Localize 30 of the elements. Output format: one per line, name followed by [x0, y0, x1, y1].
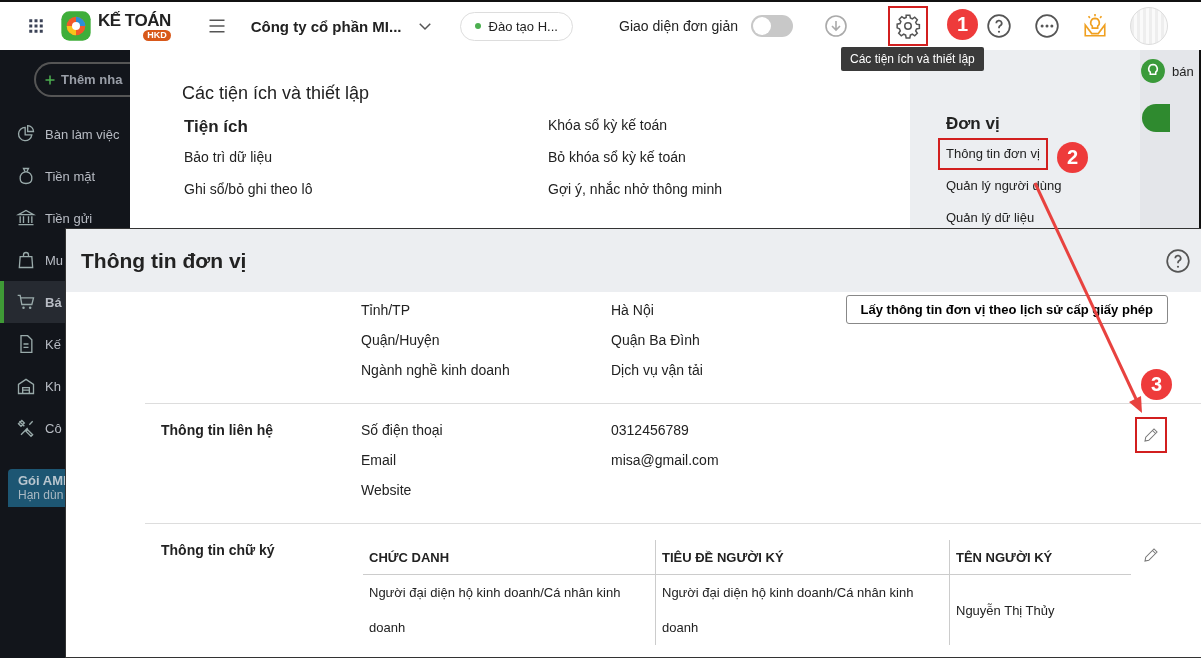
- table-cell: Người đại diện hộ kinh doanh/Cá nhân kinh doanh: [655, 574, 950, 645]
- field-label: Tỉnh/TP: [361, 302, 411, 318]
- field-label: Website: [361, 482, 413, 498]
- section-label: Thông tin liên hệ: [161, 422, 273, 438]
- dialog-title: Thông tin đơn vị: [81, 248, 247, 273]
- field-value: 0312456789: [611, 422, 689, 438]
- column-header: TÊN NGƯỜI KÝ: [949, 540, 1131, 575]
- field-value: Dịch vụ vận tải: [611, 362, 703, 378]
- column-header: CHỨC DANH: [363, 540, 656, 575]
- table-cell: Người đại diện hộ kinh doanh/Cá nhân kinh doanh: [363, 574, 656, 645]
- field-label: Email: [361, 452, 397, 468]
- simple-mode-label: Giao diện đơn giản: [619, 18, 738, 34]
- column-header: TIÊU ĐỀ NGƯỜI KÝ: [655, 540, 950, 575]
- menu-heading: Đơn vị: [946, 113, 1001, 135]
- field-value: Quận Ba Đình: [611, 332, 700, 348]
- app-name: KẾ TOÁN: [98, 11, 171, 31]
- field-value: misa@gmail.com: [611, 452, 719, 468]
- menu-heading: Tiện ích: [184, 116, 249, 138]
- plan-expiry: Hạn dùn: [18, 488, 65, 502]
- field-label: Quận/Huyện: [361, 332, 441, 348]
- table-cell: Nguyễn Thị Thủy: [949, 574, 1131, 645]
- tooltip: Các tiện ích và thiết lập: [841, 47, 984, 71]
- app-badge: HKD: [143, 30, 171, 41]
- section-label: Thông tin chữ ký: [161, 542, 275, 558]
- field-label: Số điện thoại: [361, 422, 444, 438]
- branch-label: Đào tạo H...: [488, 18, 558, 34]
- menu-title: Các tiện ích và thiết lập: [182, 83, 371, 104]
- background-text: bán: [1172, 63, 1194, 79]
- field-value: Hà Nội: [611, 302, 654, 318]
- field-label: Ngành nghề kinh doanh: [361, 362, 511, 378]
